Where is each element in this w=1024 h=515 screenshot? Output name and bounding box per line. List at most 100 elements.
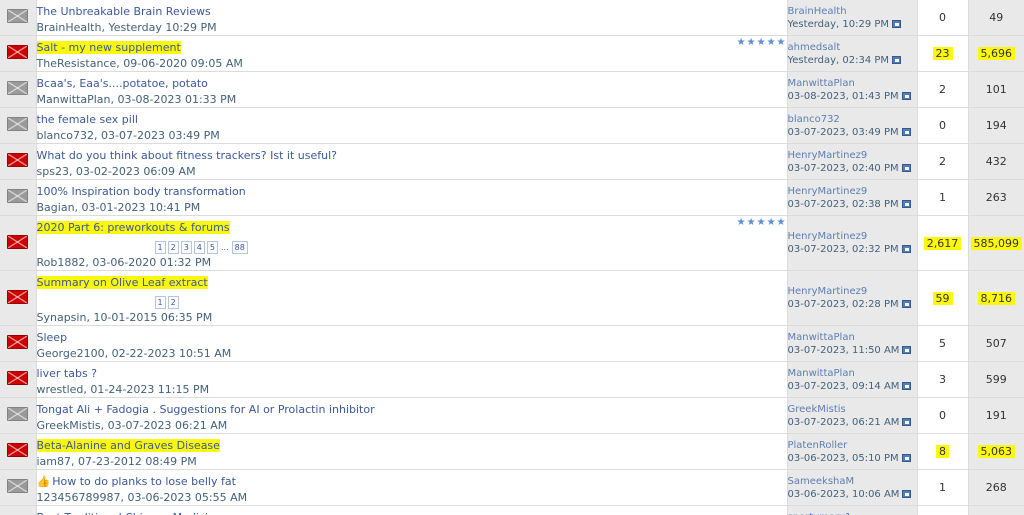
thread-status-cell[interactable] bbox=[0, 270, 37, 326]
thread-status-cell[interactable] bbox=[0, 433, 37, 470]
thread-pagination: 1 2 3 4 5... 88 bbox=[154, 241, 248, 254]
views-cell: 599 bbox=[968, 361, 1024, 398]
pagination-page-link[interactable]: 3 bbox=[180, 241, 192, 254]
thread-title-link[interactable]: Best Traditional Chinese Medicine bbox=[37, 511, 222, 515]
last-post-user-link[interactable]: sportymary1 bbox=[788, 511, 917, 515]
last-post-user-link[interactable]: SameekshaM bbox=[788, 475, 917, 488]
last-post-user-link[interactable]: HenryMartinez9 bbox=[788, 149, 917, 162]
thread-status-cell[interactable] bbox=[0, 505, 37, 515]
thread-status-cell[interactable] bbox=[0, 325, 37, 362]
thread-list-body: The Unbreakable Brain Reviews BrainHealth… bbox=[0, 0, 1024, 515]
thread-status-cell[interactable] bbox=[0, 71, 37, 108]
last-post-user-link[interactable]: ManwittaPlan bbox=[788, 367, 917, 380]
replies-cell: 0 bbox=[917, 0, 969, 36]
views-cell: 263 bbox=[968, 179, 1024, 216]
replies-cell: 59 bbox=[917, 270, 969, 326]
last-post-date: 03-08-2023, 01:43 PM bbox=[788, 90, 917, 103]
goto-last-post-icon[interactable] bbox=[902, 489, 912, 498]
views-count: 191 bbox=[985, 409, 1007, 422]
pagination-page-link[interactable]: 88 bbox=[231, 241, 248, 254]
thread-status-cell[interactable] bbox=[0, 469, 37, 506]
thread-title-link[interactable]: Tongat Ali + Fadogia . Suggestions for A… bbox=[37, 403, 375, 416]
goto-last-post-icon[interactable] bbox=[901, 300, 911, 308]
pagination-page-link[interactable]: 2 bbox=[167, 241, 179, 254]
goto-last-post-icon[interactable] bbox=[901, 127, 911, 136]
thread-title-link[interactable]: Sleep bbox=[37, 331, 68, 344]
goto-last-post-icon[interactable] bbox=[901, 453, 911, 462]
pagination-page-link[interactable]: 1 bbox=[154, 241, 166, 254]
views-count: 263 bbox=[985, 191, 1007, 204]
last-post-date: 03-07-2023, 03:49 PM bbox=[788, 126, 917, 139]
last-post-user-link[interactable]: PlatenRoller bbox=[788, 439, 917, 452]
red-envelope-icon bbox=[7, 45, 29, 59]
views-count: 101 bbox=[985, 83, 1007, 96]
thread-starter-meta: GreekMistis, 03-07-2023 06:21 AM bbox=[36, 419, 228, 432]
pagination-page-link[interactable]: 1 bbox=[154, 296, 166, 309]
thread-title-cell: Tongat Ali + Fadogia . Suggestions for A… bbox=[36, 397, 787, 434]
thread-status-cell[interactable] bbox=[0, 143, 37, 180]
last-post-user-link[interactable]: GreekMistis bbox=[788, 403, 917, 416]
thread-title-link[interactable]: What do you think about fitness trackers… bbox=[37, 149, 338, 162]
replies-count: 1 bbox=[939, 481, 946, 494]
thread-title-link[interactable]: The Unbreakable Brain Reviews bbox=[37, 5, 211, 18]
thread-title-link[interactable]: 100% Inspiration body transformation bbox=[37, 185, 246, 198]
red-envelope-icon bbox=[7, 234, 29, 249]
last-post-cell: HenryMartinez9 03-07-2023, 02:38 PM bbox=[786, 179, 918, 216]
replies-cell: 2,617 bbox=[917, 215, 969, 271]
replies-count: 3 bbox=[939, 373, 946, 386]
thread-status-cell[interactable] bbox=[0, 107, 37, 144]
thread-title-link[interactable]: liver tabs ? bbox=[37, 367, 98, 380]
goto-last-post-icon[interactable] bbox=[892, 55, 902, 64]
thread-status-cell[interactable] bbox=[0, 215, 37, 271]
thread-title-link[interactable]: Salt - my new supplement bbox=[36, 41, 181, 54]
goto-last-post-icon[interactable] bbox=[902, 381, 912, 390]
thread-title-link[interactable]: Bcaa's, Eaa's....potatoe, potato bbox=[37, 77, 208, 90]
goto-last-post-icon[interactable] bbox=[892, 19, 902, 28]
views-cell: 194 bbox=[968, 107, 1024, 144]
thread-status-cell[interactable] bbox=[0, 397, 37, 434]
replies-cell: 1 bbox=[917, 179, 969, 216]
thread-starter-meta: BrainHealth, Yesterday 10:29 PM bbox=[36, 21, 217, 34]
last-post-user-link[interactable]: ManwittaPlan bbox=[788, 331, 917, 344]
thread-title-cell: The Unbreakable Brain Reviews BrainHealth… bbox=[36, 0, 787, 36]
thread-rating-stars: ★★★★★ bbox=[736, 217, 787, 228]
pagination-page-link[interactable]: 5 bbox=[206, 241, 218, 254]
views-cell: 422 bbox=[968, 505, 1024, 515]
last-post-user-link[interactable]: HenryMartinez9 bbox=[788, 185, 917, 198]
last-post-date-text: 03-07-2023, 02:38 PM bbox=[787, 198, 899, 210]
replies-count: 5 bbox=[939, 337, 946, 350]
last-post-user-link[interactable]: BrainHealth bbox=[788, 5, 917, 18]
table-row: 👍 How to do planks to lose belly fat 12345… bbox=[0, 469, 1024, 506]
goto-last-post-icon[interactable] bbox=[902, 345, 912, 354]
thread-status-cell[interactable] bbox=[0, 0, 37, 36]
last-post-user-link[interactable]: ahmedsalt bbox=[788, 41, 917, 54]
thread-title-link[interactable]: Beta-Alanine and Graves Disease bbox=[36, 439, 220, 452]
thread-title-cell: What do you think about fitness trackers… bbox=[36, 143, 787, 180]
thread-title-link[interactable]: How to do planks to lose belly fat bbox=[52, 475, 236, 488]
goto-last-post-icon[interactable] bbox=[901, 163, 911, 172]
thread-title-link[interactable]: Summary on Olive Leaf extract bbox=[36, 276, 208, 289]
last-post-date: Yesterday, 02:34 PM bbox=[788, 54, 917, 67]
thread-title-link[interactable]: 2020 Part 6: preworkouts & forums bbox=[36, 221, 230, 234]
last-post-user-link[interactable]: ManwittaPlan bbox=[788, 77, 917, 90]
thread-status-cell[interactable] bbox=[0, 179, 37, 216]
goto-last-post-icon[interactable] bbox=[901, 245, 911, 253]
last-post-user-link[interactable]: blanco732 bbox=[788, 113, 917, 126]
thread-status-cell[interactable] bbox=[0, 361, 37, 398]
views-cell: 49 bbox=[968, 0, 1024, 36]
thread-starter-meta: TheResistance, 09-06-2020 09:05 AM bbox=[36, 57, 243, 70]
thread-title-link[interactable]: the female sex pill bbox=[37, 113, 138, 126]
goto-last-post-icon[interactable] bbox=[901, 91, 911, 100]
last-post-cell: ManwittaPlan 03-07-2023, 11:50 AM bbox=[786, 325, 918, 362]
goto-last-post-icon[interactable] bbox=[901, 199, 911, 208]
table-row: Best Traditional Chinese Medicinemaisons… bbox=[0, 505, 1024, 515]
last-post-user-link[interactable]: HenryMartinez9 bbox=[788, 230, 917, 243]
replies-count: 2,617 bbox=[923, 236, 962, 250]
thread-starter-meta: Synapsin, 10-01-2015 06:35 PM bbox=[36, 311, 213, 324]
last-post-user-link[interactable]: HenryMartinez9 bbox=[788, 285, 917, 298]
last-post-date-text: 03-06-2023, 05:10 PM bbox=[787, 452, 899, 464]
pagination-page-link[interactable]: 2 bbox=[167, 296, 179, 309]
pagination-page-link[interactable]: 4 bbox=[193, 241, 205, 254]
thread-status-cell[interactable] bbox=[0, 35, 37, 72]
goto-last-post-icon[interactable] bbox=[902, 417, 912, 426]
